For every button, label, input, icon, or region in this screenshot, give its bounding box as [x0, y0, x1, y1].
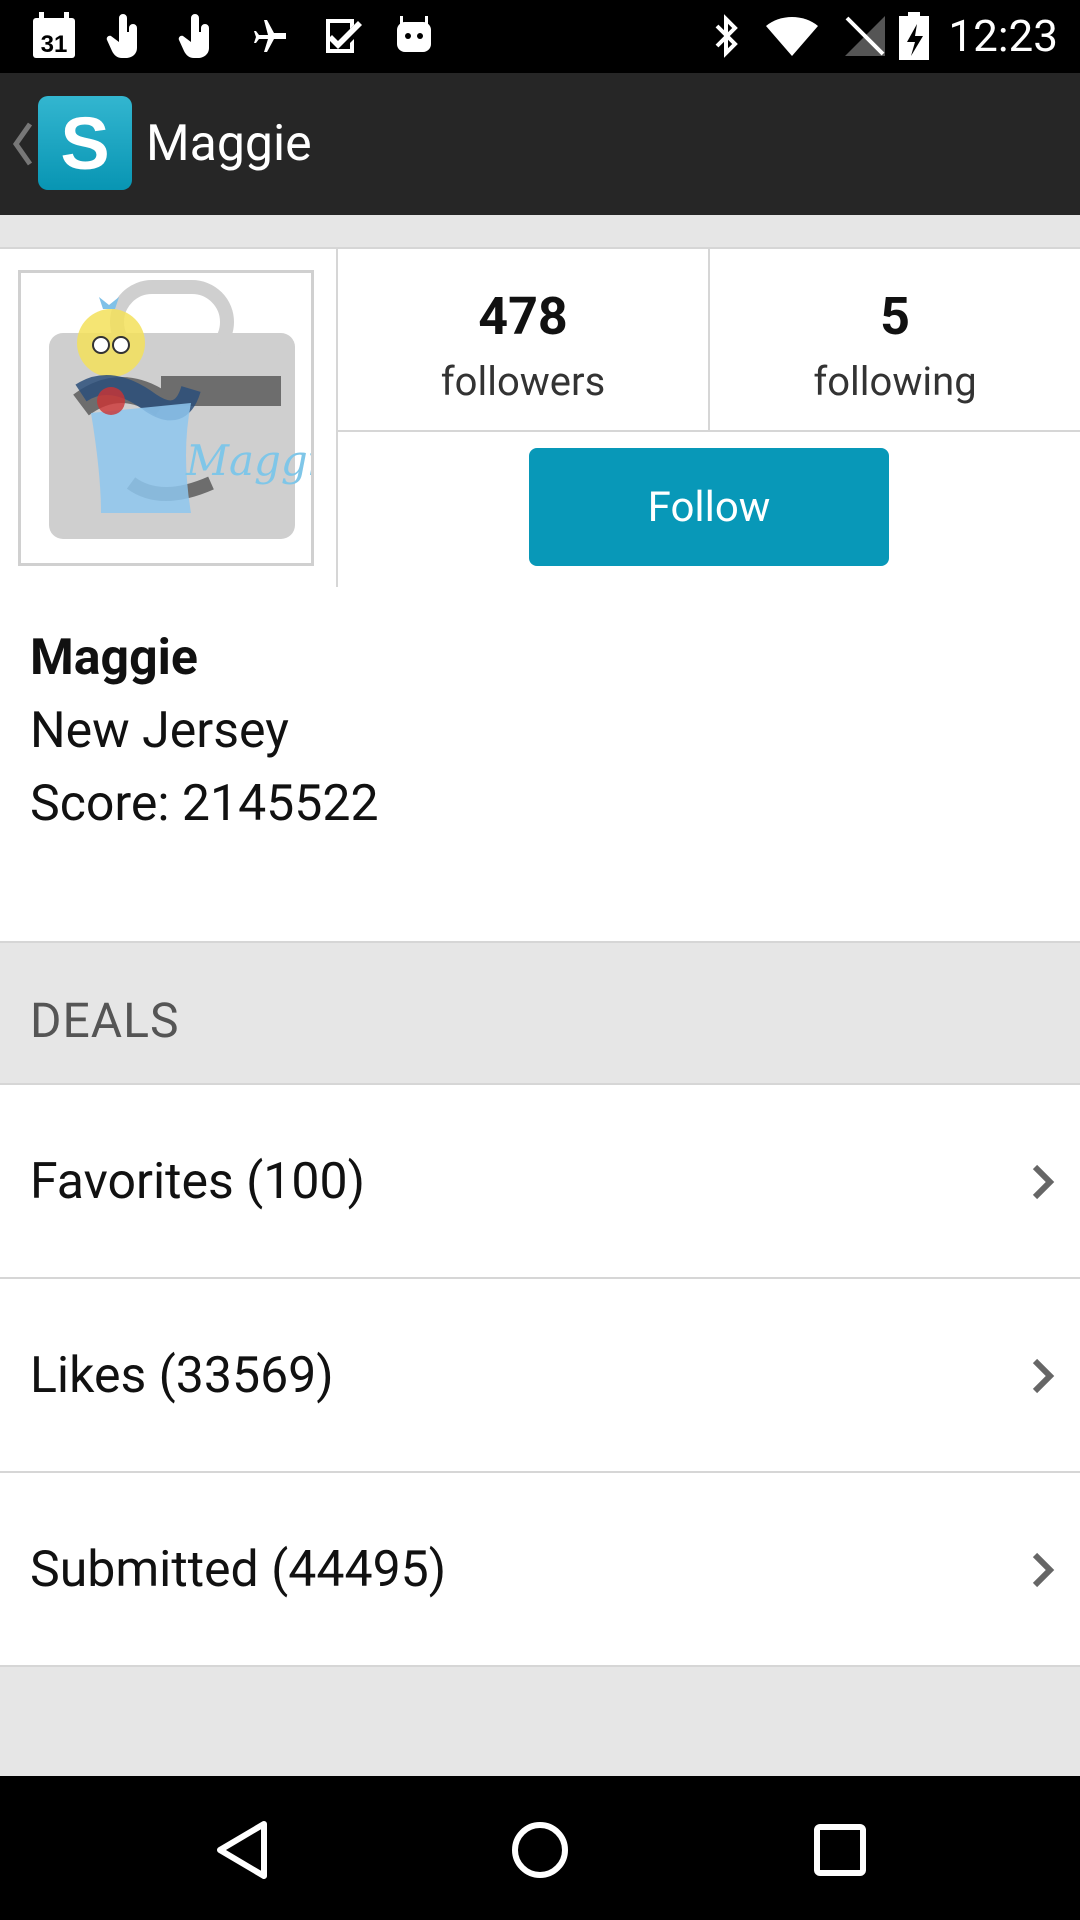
status-bar: 31 12:23 [0, 0, 1080, 73]
divider [338, 430, 1080, 432]
android-icon [392, 12, 436, 60]
deals-section-header: DEALS [0, 941, 1080, 1085]
hand-pointer-icon [102, 12, 148, 60]
list-item-likes[interactable]: Likes (33569) [0, 1279, 1080, 1473]
chevron-right-icon [1032, 1164, 1055, 1200]
deals-header-label: DEALS [30, 992, 180, 1049]
list-item-label: Submitted (44495) [30, 1541, 447, 1599]
bluetooth-icon [706, 12, 746, 60]
chevron-right-icon [1032, 1358, 1055, 1394]
list-item-submitted[interactable]: Submitted (44495) [0, 1473, 1080, 1667]
battery-charging-icon [898, 12, 930, 60]
wifi-icon [762, 12, 822, 60]
status-time: 12:23 [948, 10, 1058, 62]
app-logo-icon[interactable]: S [38, 96, 132, 190]
checkbox-icon [320, 12, 366, 60]
list-item-label: Favorites (100) [30, 1153, 366, 1211]
page-title: Maggie [146, 115, 312, 173]
followers-label: followers [440, 358, 606, 405]
navigation-bar [0, 1776, 1080, 1920]
avatar[interactable]: Maggie [18, 270, 346, 566]
profile-name: Maggie [30, 629, 198, 687]
following-label: following [813, 358, 977, 405]
svg-text:Maggie: Maggie [185, 436, 311, 485]
chevron-right-icon [1032, 1552, 1055, 1588]
hand-pointer-icon [174, 12, 220, 60]
list-item-favorites[interactable]: Favorites (100) [0, 1085, 1080, 1279]
calendar-icon: 31 [30, 12, 78, 60]
profile-location: New Jersey [30, 702, 289, 760]
recents-icon[interactable] [812, 1822, 868, 1878]
no-signal-icon [840, 12, 890, 60]
airplane-icon [250, 12, 290, 60]
profile-score: Score: 2145522 [30, 775, 379, 833]
back-chevron-icon[interactable] [10, 118, 34, 170]
list-item-label: Likes (33569) [30, 1347, 334, 1405]
back-icon[interactable] [214, 1820, 270, 1880]
app-logo-letter: S [60, 101, 110, 185]
home-icon[interactable] [510, 1820, 570, 1880]
following-count: 5 [880, 286, 910, 347]
profile-info: Maggie New Jersey Score: 2145522 [0, 587, 1080, 941]
svg-text:31: 31 [41, 31, 68, 58]
followers-count: 478 [478, 286, 568, 347]
follow-button[interactable]: Follow [529, 448, 889, 566]
